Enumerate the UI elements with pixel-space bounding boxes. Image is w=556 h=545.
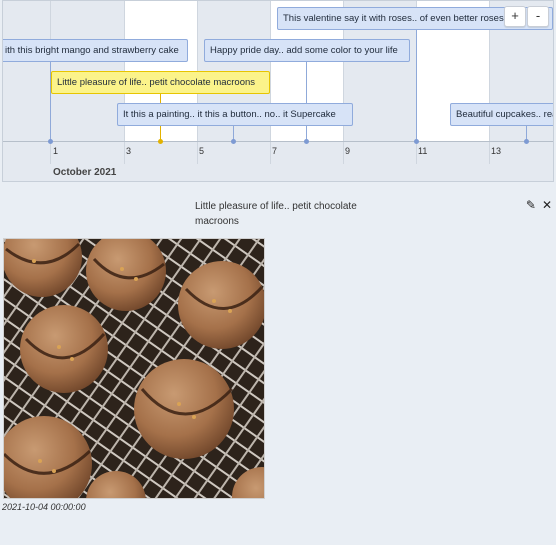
timeline[interactable]: ith this bright mango and strawberry cak… [2, 0, 554, 182]
month-label: October 2021 [53, 167, 117, 178]
detail-photo [3, 238, 265, 499]
item-dot [48, 139, 53, 144]
close-icon[interactable]: ✕ [542, 198, 552, 212]
item-dot [304, 139, 309, 144]
tick-label: 5 [199, 146, 205, 156]
item-dot-selected [158, 139, 163, 144]
tick-label: 1 [53, 146, 59, 156]
detail-timestamp: 2021-10-04 00:00:00 [2, 502, 86, 512]
pencil-icon[interactable]: ✎ [526, 198, 536, 212]
macaron-photo [4, 239, 264, 498]
item-dot [231, 139, 236, 144]
detail-title: Little pleasure of life.. petit chocolat… [195, 201, 357, 227]
timeline-axis [3, 141, 553, 142]
timeline-item[interactable]: It this a painting.. it this a button.. … [117, 103, 353, 126]
detail-toolbar: ✎ ✕ [520, 198, 552, 212]
zoom-in-button[interactable]: + [504, 6, 526, 27]
tick-label: 11 [418, 146, 428, 156]
timeline-item[interactable]: ith this bright mango and strawberry cak… [3, 39, 188, 62]
item-stem [416, 30, 417, 141]
tick-label: 13 [491, 146, 502, 156]
zoom-out-button[interactable]: - [527, 6, 549, 27]
tick-label: 7 [272, 146, 278, 156]
grid-line [270, 1, 271, 164]
timeline-item-selected[interactable]: Little pleasure of life.. petit chocolat… [51, 71, 270, 94]
item-stem [306, 62, 307, 141]
timeline-item[interactable]: Beautiful cupcakes.. read [450, 103, 553, 126]
tick-label: 9 [345, 146, 351, 156]
timeline-item[interactable]: Happy pride day.. add some color to your… [204, 39, 410, 62]
tick-label: 3 [126, 146, 132, 156]
item-dot [414, 139, 419, 144]
item-dot [524, 139, 529, 144]
